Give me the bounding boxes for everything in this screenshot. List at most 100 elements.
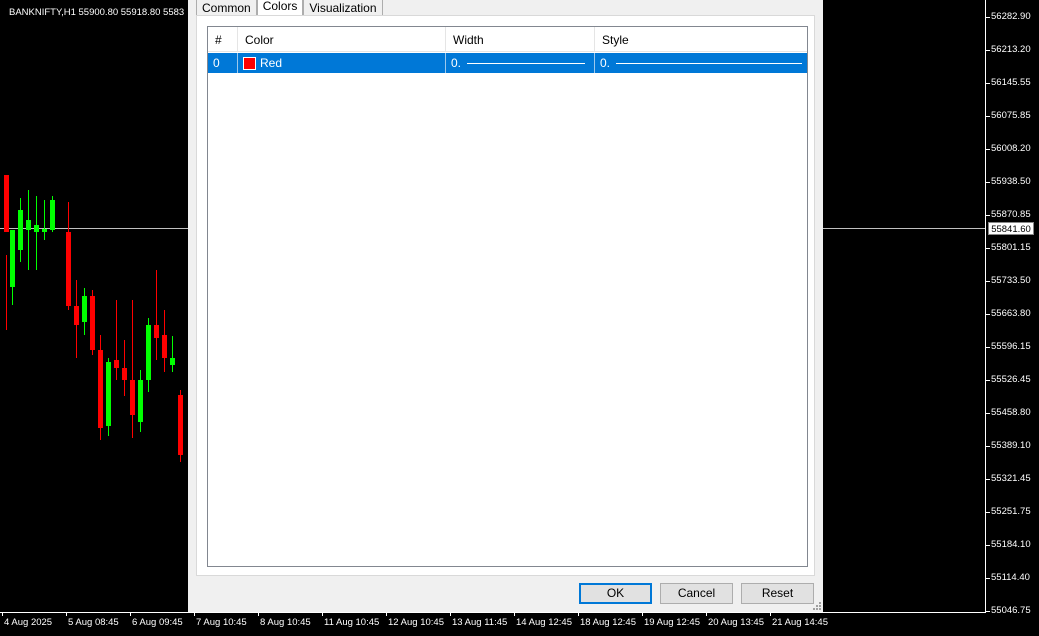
time-axis-tick: [130, 612, 131, 616]
time-axis-tick: [706, 612, 707, 616]
candle-body: [98, 350, 103, 428]
time-axis-label: 11 Aug 10:45: [324, 617, 380, 628]
price-axis-tick: [986, 545, 990, 547]
reset-button[interactable]: Reset: [741, 583, 814, 604]
row-color-name: Red: [260, 56, 283, 70]
time-axis-label: 14 Aug 12:45: [516, 617, 572, 628]
time-axis-label: 8 Aug 10:45: [260, 617, 311, 628]
price-axis-tick: [986, 214, 990, 216]
time-axis-tick: [578, 612, 579, 616]
price-axis-label: 55389.10: [991, 440, 1031, 452]
price-axis-label: 56282.90: [991, 10, 1031, 22]
table-row[interactable]: 0 Red 0. 0.: [208, 53, 807, 73]
colors-grid[interactable]: # Color Width Style 0 Red 0. 0.: [207, 26, 808, 567]
ok-button[interactable]: OK: [579, 583, 652, 604]
candle-body: [154, 325, 159, 338]
colors-tab-panel: # Color Width Style 0 Red 0. 0.: [196, 15, 815, 576]
price-axis-tick: [986, 512, 990, 514]
candle-body: [90, 296, 95, 350]
time-axis-label: 7 Aug 10:45: [196, 617, 247, 628]
candle-body: [4, 175, 9, 232]
candle-body: [82, 296, 87, 322]
price-axis-tick: [986, 380, 990, 382]
price-axis-tick: [986, 347, 990, 348]
price-axis-tick: [986, 16, 990, 18]
header-style[interactable]: Style: [595, 27, 807, 52]
time-axis-label: 12 Aug 10:45: [388, 617, 444, 628]
price-axis-tick: [986, 446, 990, 448]
candle-body: [162, 335, 167, 358]
tab-bar: Common Colors Visualization: [196, 0, 383, 15]
price-axis-label: 56145.55: [991, 76, 1031, 88]
width-line-sample: [467, 62, 586, 64]
price-axis-label: 55733.50: [991, 274, 1031, 286]
price-axis-label: 55046.75: [991, 605, 1031, 617]
candle-body: [178, 395, 183, 455]
tab-colors[interactable]: Colors: [256, 0, 304, 15]
time-axis-label: 20 Aug 13:45: [708, 617, 764, 628]
price-axis-tick: [986, 148, 990, 150]
color-swatch: [243, 56, 256, 70]
time-axis-tick: [450, 612, 451, 616]
time-axis-label: 5 Aug 08:45: [68, 617, 119, 628]
time-axis-label: 19 Aug 12:45: [644, 617, 700, 628]
header-color[interactable]: Color: [238, 27, 446, 52]
price-axis-label: 55114.40: [991, 572, 1030, 584]
row-style-cell[interactable]: 0.: [595, 53, 807, 73]
price-axis-label: 55938.50: [991, 175, 1031, 187]
row-width-cell[interactable]: 0.: [446, 53, 595, 73]
candle-body: [138, 380, 143, 422]
price-axis-tick: [986, 181, 990, 183]
candle-body: [34, 225, 39, 232]
tab-visualization[interactable]: Visualization: [303, 0, 383, 15]
time-axis-tick: [66, 612, 67, 616]
time-axis-label: 21 Aug 14:45: [772, 617, 828, 628]
price-axis-label: 55596.15: [991, 341, 1031, 352]
time-axis-tick: [322, 612, 323, 616]
price-axis-tick: [986, 115, 990, 117]
header-width[interactable]: Width: [446, 27, 595, 52]
candle-body: [74, 306, 79, 325]
candle-body: [66, 232, 71, 306]
row-color-cell[interactable]: Red: [238, 53, 446, 73]
style-line-sample: [616, 62, 803, 64]
indicator-properties-dialog: Common Colors Visualization # Color Widt…: [188, 0, 823, 612]
time-axis-tick: [386, 612, 387, 616]
time-axis-tick: [2, 612, 3, 616]
candle-body: [10, 230, 15, 287]
resize-grip-icon[interactable]: [811, 600, 821, 610]
price-axis-label: 55801.15: [991, 241, 1031, 253]
time-axis-label: 6 Aug 09:45: [132, 617, 183, 628]
price-axis-tick: [986, 611, 990, 613]
price-axis-tick: [986, 247, 990, 249]
candle-body: [50, 200, 55, 230]
price-axis-label: 55184.10: [991, 539, 1031, 551]
time-axis-tick: [194, 612, 195, 616]
price-axis-tick: [986, 82, 990, 84]
time-axis-label: 13 Aug 11:45: [452, 617, 508, 628]
price-axis-label: 55321.45: [991, 473, 1031, 485]
tab-common[interactable]: Common: [196, 0, 257, 15]
row-index: 0: [208, 53, 238, 73]
crosshair-price-label: 55841.60: [988, 222, 1034, 235]
price-axis-label: 55526.45: [991, 374, 1031, 386]
time-axis-tick: [770, 612, 771, 616]
time-axis-tick: [642, 612, 643, 616]
cancel-button[interactable]: Cancel: [660, 583, 733, 604]
row-width-value: 0.: [451, 56, 462, 70]
price-axis-label: 55663.80: [991, 307, 1031, 319]
price-axis-label: 55870.85: [991, 208, 1031, 220]
candle-body: [106, 362, 111, 426]
price-axis-tick: [986, 280, 990, 282]
candle-body: [170, 358, 175, 365]
time-axis-label: 4 Aug 2025: [4, 617, 53, 628]
candle-body: [146, 325, 151, 380]
price-axis-label: 56075.85: [991, 109, 1031, 121]
candle-body: [18, 210, 23, 250]
candle-body: [42, 229, 47, 232]
header-index[interactable]: #: [208, 27, 238, 52]
price-axis-label: 56213.20: [991, 43, 1031, 55]
price-axis-tick: [986, 413, 990, 415]
time-axis-label: 18 Aug 12:45: [580, 617, 636, 628]
price-axis-tick: [986, 313, 990, 315]
